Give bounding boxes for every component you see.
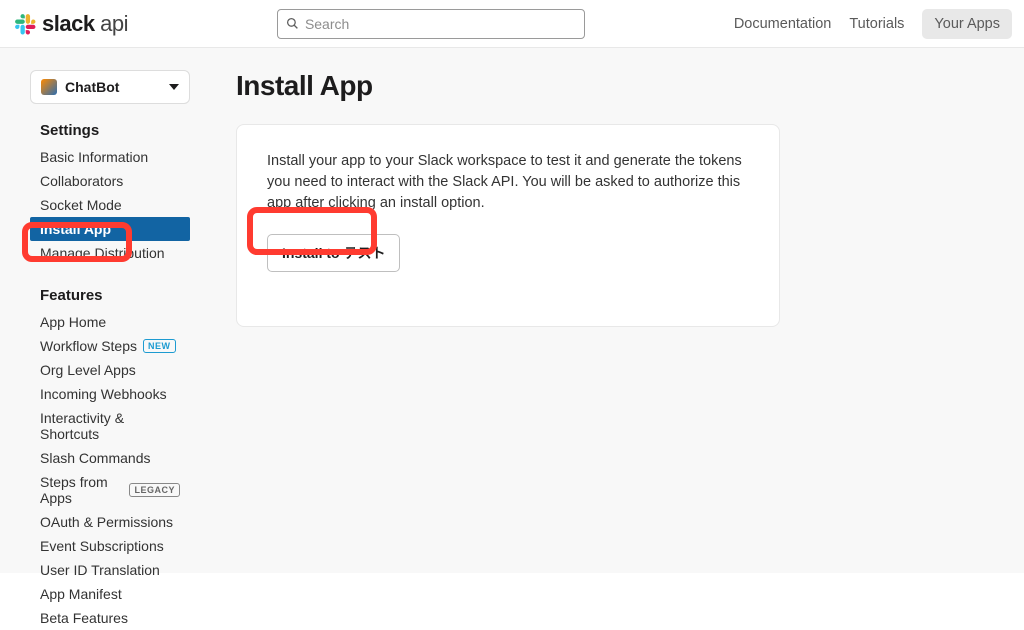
sidebar-item-steps-from-apps[interactable]: Steps from Apps LEGACY [30, 470, 190, 510]
sidebar-item-collaborators[interactable]: Collaborators [30, 169, 190, 193]
sidebar-item-label: Steps from Apps [40, 474, 123, 506]
search-input[interactable] [305, 16, 576, 32]
brand-bold: slack [42, 11, 95, 36]
page-title: Install App [236, 70, 994, 102]
settings-list: Basic Information Collaborators Socket M… [30, 145, 190, 265]
sidebar-section-settings: Settings [40, 122, 190, 139]
sidebar-item-event-subscriptions[interactable]: Event Subscriptions [30, 534, 190, 558]
sidebar-item-label: Workflow Steps [40, 338, 137, 354]
main-content: Install App Install your app to your Sla… [200, 70, 1024, 573]
sidebar-item-app-home[interactable]: App Home [30, 310, 190, 334]
sidebar-item-user-id-translation[interactable]: User ID Translation [30, 558, 190, 582]
sidebar-item-org-level-apps[interactable]: Org Level Apps [30, 358, 190, 382]
install-description: Install your app to your Slack workspace… [267, 151, 749, 214]
sidebar-item-incoming-webhooks[interactable]: Incoming Webhooks [30, 382, 190, 406]
sidebar-item-beta-features[interactable]: Beta Features [30, 606, 190, 630]
nav-tutorials[interactable]: Tutorials [849, 16, 904, 32]
brand-light: api [95, 11, 128, 36]
sidebar-item-interactivity-shortcuts[interactable]: Interactivity & Shortcuts [30, 406, 190, 446]
sidebar: ChatBot Settings Basic Information Colla… [0, 70, 200, 573]
chevron-down-icon [169, 84, 179, 90]
sidebar-item-manage-distribution[interactable]: Manage Distribution [30, 241, 190, 265]
search-wrap [128, 9, 734, 39]
install-to-workspace-button[interactable]: Install to テスト [267, 234, 400, 272]
badge-new: NEW [143, 339, 176, 353]
nav-your-apps[interactable]: Your Apps [922, 9, 1012, 39]
sidebar-item-socket-mode[interactable]: Socket Mode [30, 193, 190, 217]
app-selector-name: ChatBot [65, 79, 119, 95]
page-body: ChatBot Settings Basic Information Colla… [0, 48, 1024, 573]
sidebar-item-workflow-steps[interactable]: Workflow Steps NEW [30, 334, 190, 358]
nav-documentation[interactable]: Documentation [734, 16, 832, 32]
install-card: Install your app to your Slack workspace… [236, 124, 780, 327]
top-header: slack api Documentation Tutorials Your A… [0, 0, 1024, 48]
sidebar-item-basic-information[interactable]: Basic Information [30, 145, 190, 169]
app-icon [41, 79, 57, 95]
sidebar-item-oauth-permissions[interactable]: OAuth & Permissions [30, 510, 190, 534]
search-box[interactable] [277, 9, 585, 39]
app-selector[interactable]: ChatBot [30, 70, 190, 104]
header-nav: Documentation Tutorials Your Apps [734, 9, 1012, 39]
badge-legacy: LEGACY [129, 483, 180, 497]
slack-logo-icon [14, 13, 36, 35]
sidebar-item-install-app[interactable]: Install App [30, 217, 190, 241]
sidebar-item-app-manifest[interactable]: App Manifest [30, 582, 190, 606]
logo-wrap[interactable]: slack api [14, 11, 128, 37]
sidebar-item-slash-commands[interactable]: Slash Commands [30, 446, 190, 470]
brand-text: slack api [42, 11, 128, 37]
search-icon [286, 17, 299, 30]
sidebar-section-features: Features [40, 287, 190, 304]
features-list: App Home Workflow Steps NEW Org Level Ap… [30, 310, 190, 630]
